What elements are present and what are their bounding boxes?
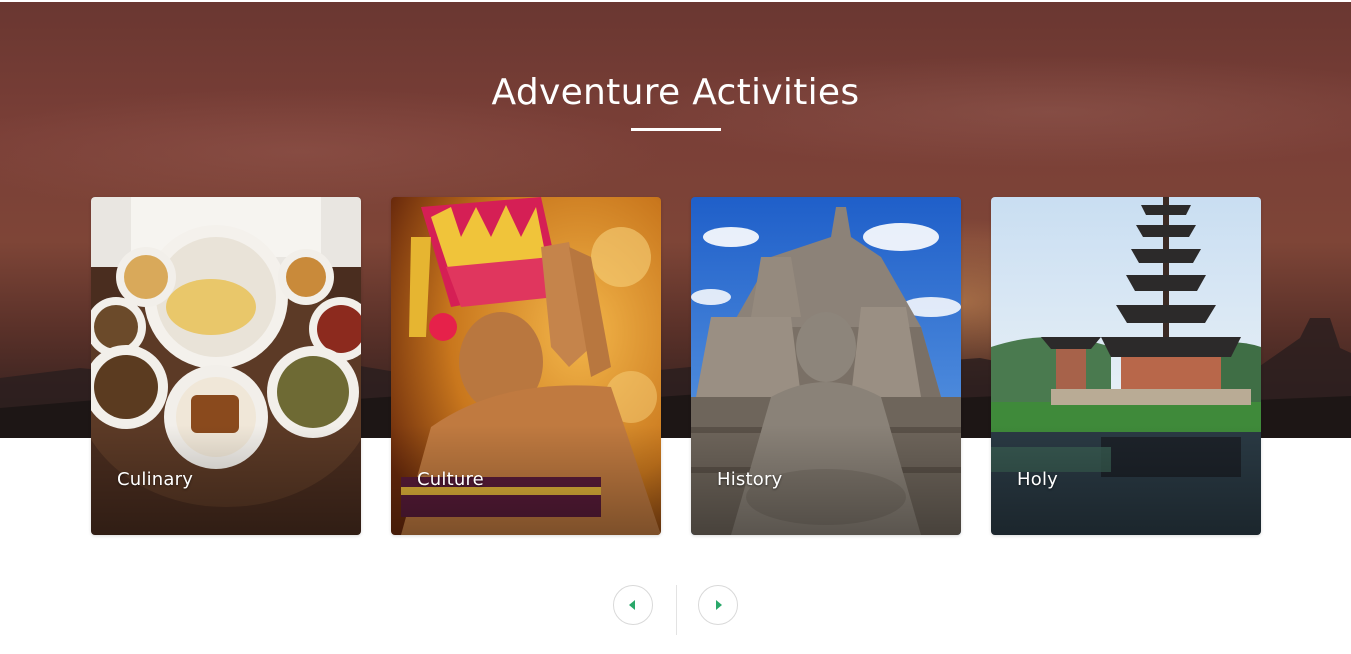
title-underline: [631, 128, 721, 131]
carousel-next-button[interactable]: [698, 585, 738, 625]
card-label-holy: Holy: [1017, 469, 1059, 490]
card-label-history: History: [717, 469, 783, 490]
activity-card-culinary[interactable]: Culinary: [91, 197, 361, 535]
carousel-prev-button[interactable]: [613, 585, 653, 625]
activity-card-culture[interactable]: Culture: [391, 197, 661, 535]
adventure-activities-section: Adventure Activities Culinary Culture Hi…: [0, 0, 1351, 654]
activity-card-holy[interactable]: Holy: [991, 197, 1261, 535]
caret-left-icon: [629, 600, 635, 610]
activity-card-history[interactable]: History: [691, 197, 961, 535]
card-label-culture: Culture: [417, 469, 484, 490]
section-title: Adventure Activities: [491, 72, 860, 113]
card-label-culinary: Culinary: [117, 469, 194, 490]
nav-divider: [676, 585, 677, 635]
caret-right-icon: [716, 600, 722, 610]
